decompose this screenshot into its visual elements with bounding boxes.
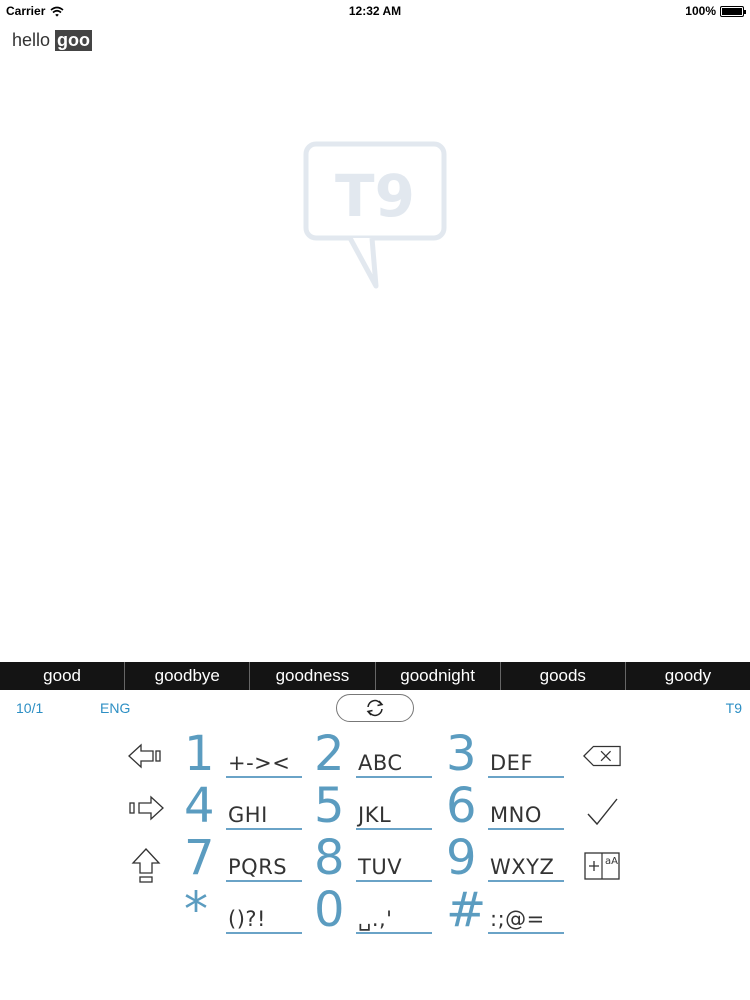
key-letters: WXYZ: [488, 857, 564, 882]
key-2[interactable]: 2 ABC: [314, 730, 434, 782]
key-digit: 5: [314, 778, 345, 834]
cycle-button[interactable]: [336, 694, 414, 722]
cursor-left-key[interactable]: [126, 736, 166, 776]
key-letters: JKL: [356, 805, 432, 830]
battery-level: [722, 7, 742, 15]
key-digit: 6: [446, 778, 477, 834]
battery-icon: [720, 5, 746, 17]
status-right: 100%: [685, 4, 746, 18]
key-letters: +-><: [226, 753, 302, 778]
refresh-icon: [366, 699, 384, 717]
battery-percent: 100%: [685, 4, 716, 18]
arrow-right-icon: [129, 795, 164, 821]
key-digit: 7: [184, 830, 215, 886]
key-5[interactable]: 5 JKL: [314, 782, 434, 834]
key-digit: 0: [314, 882, 345, 938]
shift-icon: [131, 848, 161, 883]
key-0[interactable]: 0 ␣.,': [314, 886, 434, 938]
language-button[interactable]: ENG: [100, 700, 130, 716]
key-letters: ()?!: [226, 909, 302, 934]
key-6[interactable]: 6 MNO: [446, 782, 570, 834]
key-letters: :;@=: [488, 909, 564, 934]
suggestion-item[interactable]: goodnight: [376, 662, 501, 690]
checkmark-icon: [587, 798, 618, 826]
suggestion-item[interactable]: goody: [626, 662, 750, 690]
key-digit: 2: [314, 726, 345, 782]
backspace-key[interactable]: [582, 736, 622, 776]
composing-text: goo: [55, 30, 93, 51]
key-digit: 9: [446, 830, 477, 886]
done-key[interactable]: [582, 792, 622, 832]
page-indicator[interactable]: 10/1: [16, 700, 43, 716]
key-letters: DEF: [488, 753, 564, 778]
key-digit: 3: [446, 726, 477, 782]
key-digit: #: [446, 882, 487, 938]
key-letters: MNO: [488, 805, 564, 830]
backspace-icon: [583, 745, 621, 767]
clock: 12:32 AM: [348, 4, 402, 18]
key-3[interactable]: 3 DEF: [446, 730, 570, 782]
suggestion-item[interactable]: good: [0, 662, 126, 690]
key-letters: ␣.,': [356, 909, 432, 934]
key-star[interactable]: * ()?!: [184, 886, 304, 938]
suggestion-item[interactable]: goodness: [250, 662, 376, 690]
mode-button[interactable]: T9: [726, 700, 742, 716]
dictionary-key[interactable]: aA: [582, 846, 622, 886]
key-letters: ABC: [356, 753, 432, 778]
t9-keyboard: 10/1 ENG T9 aA 1 +->< 2 ABC 3 DEF 4 GHI …: [0, 690, 750, 1000]
key-letters: PQRS: [226, 857, 302, 882]
t9-logo-icon: T9: [303, 141, 447, 289]
cursor-right-key[interactable]: [126, 788, 166, 828]
key-1[interactable]: 1 +-><: [184, 730, 304, 782]
key-8[interactable]: 8 TUV: [314, 834, 434, 886]
svg-text:aA: aA: [605, 856, 618, 867]
key-digit: 8: [314, 830, 345, 886]
key-letters: GHI: [226, 805, 302, 830]
key-digit: 1: [184, 726, 215, 782]
key-digit: *: [184, 882, 208, 938]
typed-text: hello: [12, 30, 51, 50]
suggestion-item[interactable]: goods: [501, 662, 626, 690]
shift-key[interactable]: [126, 846, 166, 886]
key-7[interactable]: 7 PQRS: [184, 834, 304, 886]
add-word-icon: aA: [584, 852, 620, 880]
key-9[interactable]: 9 WXYZ: [446, 834, 570, 886]
key-hash[interactable]: # :;@=: [446, 886, 570, 938]
key-4[interactable]: 4 GHI: [184, 782, 304, 834]
key-letters: TUV: [356, 857, 432, 882]
arrow-left-icon: [128, 743, 161, 769]
status-bar: Carrier 12:32 AM 100%: [0, 0, 750, 22]
suggestion-bar: good goodbye goodness goodnight goods go…: [0, 662, 750, 690]
text-input-area[interactable]: hello goo: [12, 30, 93, 51]
key-digit: 4: [184, 778, 215, 834]
suggestion-item[interactable]: goodbye: [125, 662, 251, 690]
watermark-text: T9: [335, 162, 415, 230]
